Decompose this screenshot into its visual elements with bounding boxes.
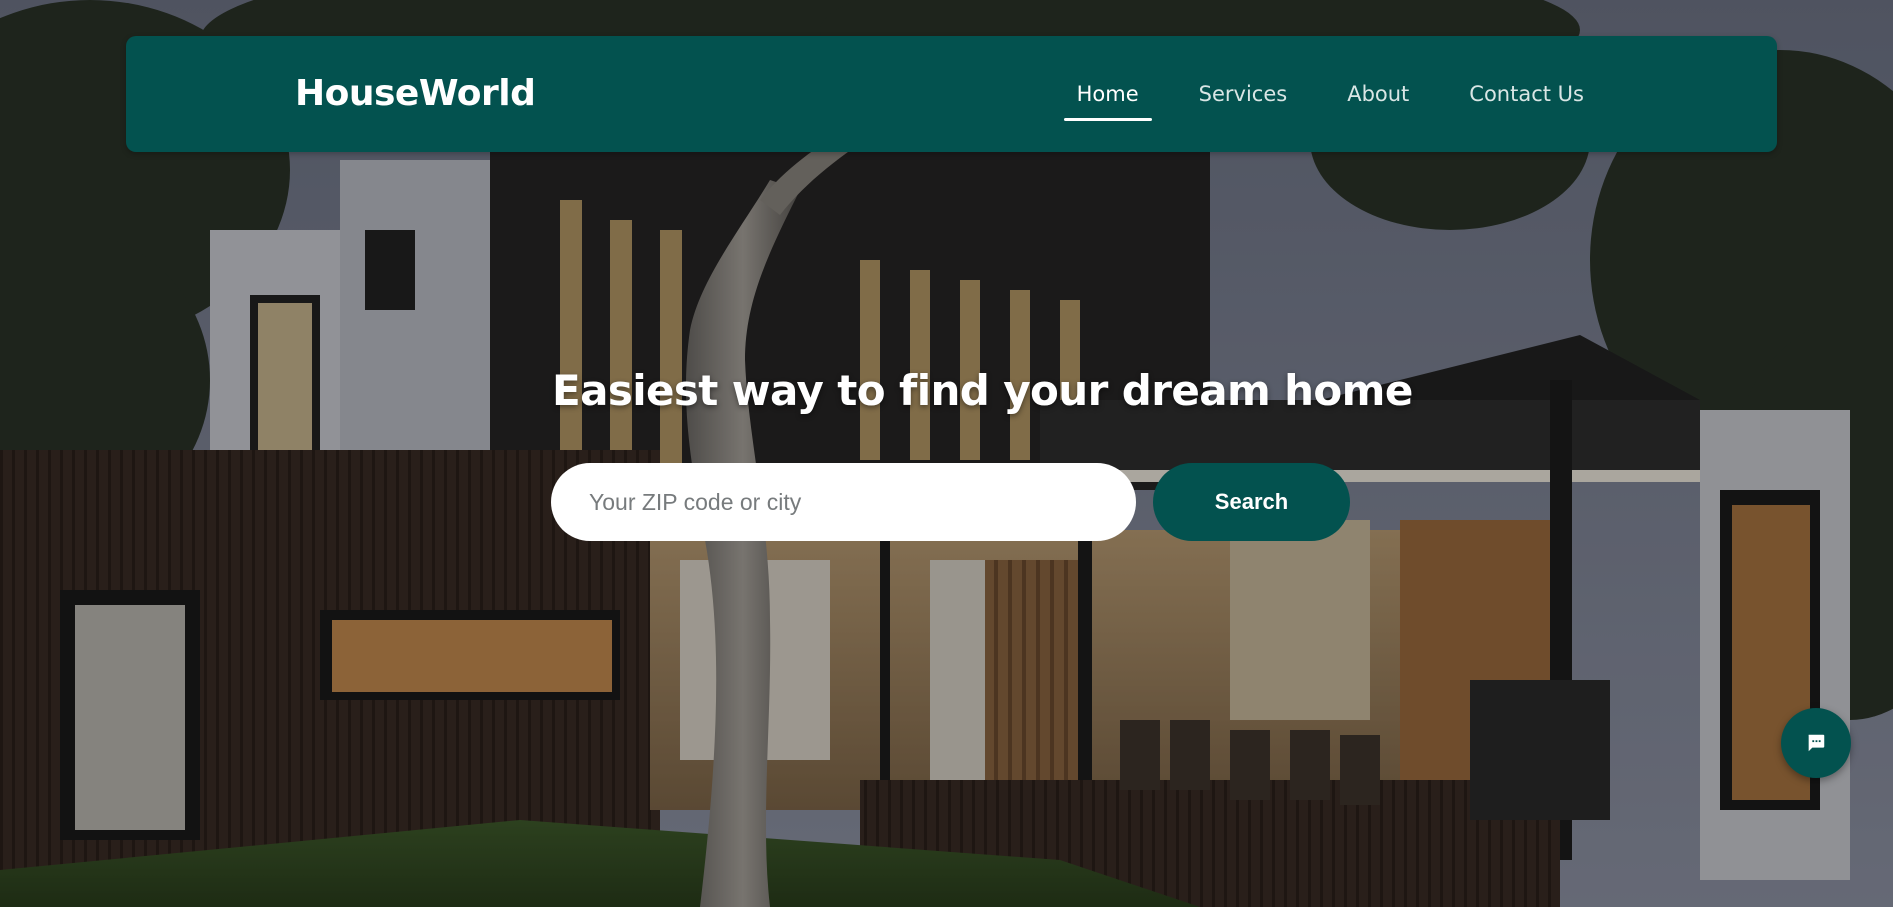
top-navbar: HouseWorld Home Services About Contact U… xyxy=(126,36,1777,152)
brand-logo[interactable]: HouseWorld xyxy=(295,36,536,152)
nav-item-about[interactable]: About xyxy=(1334,36,1422,152)
nav-item-home[interactable]: Home xyxy=(1063,36,1152,152)
nav-item-services[interactable]: Services xyxy=(1186,36,1301,152)
chat-bubble-icon xyxy=(1808,734,1825,752)
nav-links: Home Services About Contact Us xyxy=(1063,36,1597,152)
hero-headline: Easiest way to find your dream home xyxy=(552,366,1413,415)
search-button[interactable]: Search xyxy=(1153,463,1350,541)
search-input[interactable] xyxy=(551,463,1136,541)
hero-section: HouseWorld Home Services About Contact U… xyxy=(0,0,1893,907)
chat-button[interactable] xyxy=(1781,708,1851,778)
nav-item-contact-us[interactable]: Contact Us xyxy=(1456,36,1597,152)
